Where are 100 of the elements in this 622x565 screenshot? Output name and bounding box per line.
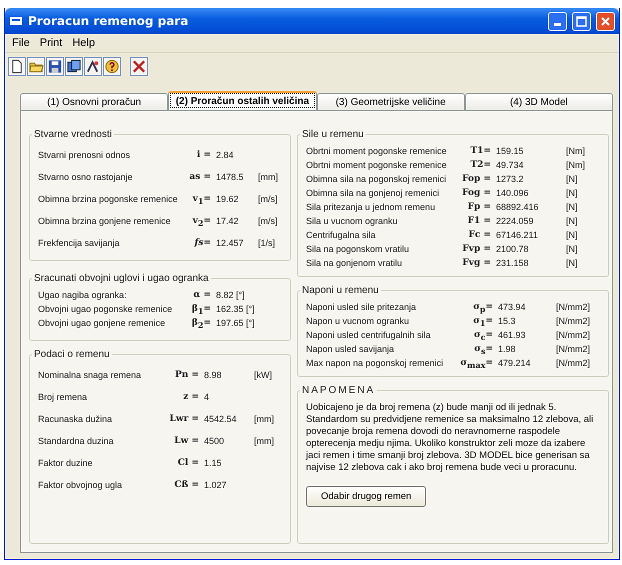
field-value: 1.98 [497,344,517,354]
field-label: Obimna sila na gonjenoj remenici [306,188,440,198]
save-button[interactable] [46,57,64,76]
field-label: Centrifugalna sila [306,230,377,240]
formula-symbol: T2= [469,160,492,170]
field-label: Obvojni ugao pogonske remenice [38,304,174,314]
formula-symbol: as = [188,172,212,182]
maximize-button[interactable] [572,12,591,30]
open-folder-button[interactable] [27,57,45,76]
field-label: Faktor obvojnog ugla [38,480,124,490]
window-title: Proracun remenog para [28,14,190,28]
field-value: 159.15 [495,146,525,156]
field-label: Obrtni moment pogonske remenice [306,146,448,156]
field-value: 49.734 [495,160,525,170]
field-value: 4542.54 [203,414,238,424]
formula-symbol: Fvg = [461,258,492,268]
field-value: 17.42 [215,216,240,226]
copy-icon [66,58,82,75]
formula-symbol: σ$_{p}$= [472,302,494,312]
unit-label: [Nm] [565,160,586,170]
field-value: 8.98 [203,370,223,380]
formula-symbol: Pn = [174,370,200,380]
unit-label: [1/s] [257,238,276,248]
field-value: 461.93 [497,330,527,340]
menu-item[interactable]: Print [34,36,68,50]
formula-symbol: Lw = [173,436,200,446]
unit-label: [N/mm2] [555,302,592,312]
close-icon [131,58,147,75]
unit-label: [N] [565,174,579,184]
formula-symbol: Fog = [461,188,492,198]
field-value: 19.62 [215,194,240,204]
formula-symbol: σ$_{s}$= [473,344,494,354]
field-label: Standardna duzina [38,436,115,446]
formula-symbol: Fc = [467,230,492,240]
formula-symbol: α = [192,290,212,300]
field-value: 1273.2 [495,174,525,184]
tab[interactable]: (1) Osnovni proračun [20,93,168,110]
field-value: 1.15 [203,458,223,468]
field-value: 479.214 [497,358,532,368]
formula-symbol: i = [196,150,212,160]
minimize-button[interactable] [548,12,567,30]
field-value: 1.027 [203,480,228,490]
close-button[interactable] [130,57,148,76]
field-value: 140.096 [495,188,530,198]
unit-label: [N] [565,188,579,198]
unit-label: [mm] [257,172,279,182]
tab[interactable]: (3) Geometrijske veličine [316,93,465,110]
unit-label: [N/mm2] [555,316,592,326]
formula-symbol: z = [182,392,200,402]
unit-label: [m/s] [257,216,278,226]
group-title: Sile u remenu [301,129,365,140]
tab[interactable]: (4) 3D Model [464,93,613,110]
field-label: Racunaska dužina [38,414,114,424]
field-value: 4500 [203,436,226,446]
field-value: 8.82 [°] [215,290,246,300]
unit-label: [N] [565,230,579,240]
field-value: 2.84 [215,150,235,160]
formula-symbol: σ$_{max}$= [460,358,494,368]
tab[interactable]: (2) Proračun ostalih veličina [168,91,316,110]
field-label: Obimna sila na pogonskoj remenici [306,174,448,184]
field-value: 2224.059 [495,216,535,226]
formula-symbol: Fp = [466,202,492,212]
formula-symbol: v$_{2}$= [192,216,212,226]
note-text: Uobicajeno je da broj remena (z) bude manji od ili jednak 5. Standardom su predvidjene remenice sa maksimalno 12 zlebova, ali povecanje broja remena dovodi do neravnomerne raspodele opterecenja medju njima. Ukoliko konstruktor zeli moze da izabere jaci remen i time smanji broj zlebova. 3D MODEL bice generisan sa najvise 12 zlebova cak i ako broj remena bude veci u proracunu. [306,402,594,474]
menu-item[interactable]: File [7,36,35,50]
copy-button[interactable] [65,57,83,76]
field-label: Stvarno osno rastojanje [38,172,134,182]
field-value: 15.3 [497,316,517,326]
field-label: Ugao nagiba ogranka: [38,290,128,300]
field-label: Obvojni ugao gonjene remenice [38,318,166,328]
field-value: 68892.416 [495,202,540,212]
group-title: Naponi u remenu [301,285,380,296]
field-label: Nominalna snaga remena [38,370,142,380]
help-icon [104,58,120,75]
field-label: Sila na pogonskom vratilu [306,244,410,254]
unit-label: [N/mm2] [555,358,592,368]
field-label: Sila na gonjenom vratilu [306,258,404,268]
menu-item[interactable]: Help [67,36,100,50]
help-button[interactable] [103,57,121,76]
new-document-button[interactable] [8,57,26,76]
formula-symbol: v$_{1}$= [192,194,212,204]
formula-symbol: Cß = [173,480,200,490]
unit-label: [N] [565,216,579,226]
unit-label: [N] [565,202,579,212]
unit-label: [N] [565,244,579,254]
group-title: NAPOMENA [301,385,376,396]
app-icon [9,15,23,27]
field-value: 12.457 [215,238,245,248]
formula-symbol: σ$_{c}$= [472,330,494,340]
field-label: Napon u vucnom ogranku [306,316,410,326]
minimize-icon [554,22,561,26]
unit-label: [Nm] [565,146,586,156]
choose-belt-button[interactable]: Odabir drugog remen [306,486,426,507]
field-value: 197.65 [°] [215,318,256,328]
formula-symbol: σ$_{1}$= [472,316,494,326]
group-title: Podaci o remenu [33,349,111,360]
field-value: 4 [203,392,210,402]
field-value: 473.94 [497,302,527,312]
formula-symbol: β$_{2}$= [190,318,212,328]
save-icon [47,58,63,75]
